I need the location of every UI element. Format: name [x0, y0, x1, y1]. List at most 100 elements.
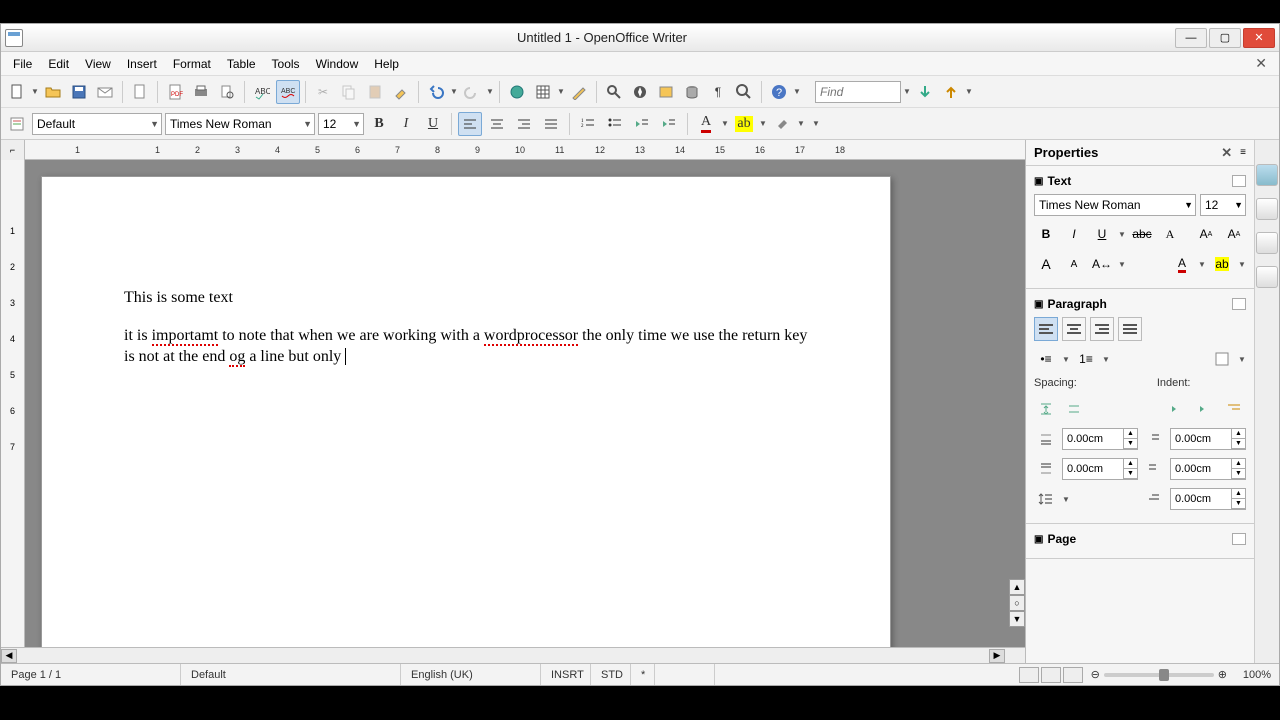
sidebar-tab-properties[interactable]: [1256, 164, 1278, 186]
sidebar-align-justify[interactable]: [1118, 317, 1142, 341]
sidebar-font-combo[interactable]: Times New Roman▼: [1034, 194, 1196, 216]
export-pdf-icon[interactable]: PDF: [163, 80, 187, 104]
minimize-button[interactable]: ―: [1175, 28, 1207, 48]
menu-file[interactable]: File: [5, 54, 40, 74]
nonprinting-icon[interactable]: ¶: [706, 80, 730, 104]
align-justify-button[interactable]: [539, 112, 563, 136]
firstline-indent-icon[interactable]: [1142, 487, 1166, 511]
zoom-icon[interactable]: [732, 80, 756, 104]
zoom-value[interactable]: 100%: [1231, 669, 1271, 681]
highlight-button[interactable]: ab: [732, 112, 756, 136]
decrease-indent-button[interactable]: [630, 112, 654, 136]
edit-file-icon[interactable]: [128, 80, 152, 104]
view-book-icon[interactable]: [1063, 667, 1083, 683]
sidebar-tab-navigator[interactable]: [1256, 266, 1278, 288]
increase-indent-button[interactable]: [657, 112, 681, 136]
data-sources-icon[interactable]: [680, 80, 704, 104]
sidebar-shrink-button[interactable]: A: [1062, 252, 1086, 276]
italic-button[interactable]: I: [394, 112, 418, 136]
print-icon[interactable]: [189, 80, 213, 104]
sidebar-strikeout-button[interactable]: abc: [1130, 222, 1154, 246]
horizontal-ruler[interactable]: ⌐ 1123456789101112131415161718: [1, 140, 1025, 160]
sidebar-spacing-button[interactable]: A↔: [1090, 252, 1114, 276]
zoom-in-icon[interactable]: ⊕: [1218, 668, 1227, 681]
menu-table[interactable]: Table: [219, 54, 264, 74]
align-right-button[interactable]: [512, 112, 536, 136]
menu-window[interactable]: Window: [308, 54, 367, 74]
status-language[interactable]: English (UK): [401, 664, 541, 685]
sidebar-menu-icon[interactable]: ≡: [1240, 147, 1246, 158]
menu-format[interactable]: Format: [165, 54, 219, 74]
font-color-button[interactable]: A: [694, 112, 718, 136]
after-indent-spin[interactable]: 0.00cm▲▼: [1170, 458, 1246, 480]
document-text[interactable]: it is importamt to note that when we are…: [124, 325, 808, 368]
numbered-list-button[interactable]: 12: [576, 112, 600, 136]
zoom-out-icon[interactable]: ⊖: [1091, 668, 1100, 681]
navigator-icon[interactable]: [628, 80, 652, 104]
print-preview-icon[interactable]: [215, 80, 239, 104]
decrease-indent-icon[interactable]: [1194, 397, 1218, 421]
menu-help[interactable]: Help: [366, 54, 407, 74]
hyperlink-icon[interactable]: [505, 80, 529, 104]
sidebar-bullets-button[interactable]: •≡: [1034, 347, 1058, 371]
menu-tools[interactable]: Tools: [264, 54, 308, 74]
sidebar-highlight-button[interactable]: ab: [1210, 252, 1234, 276]
maximize-button[interactable]: ▢: [1209, 28, 1241, 48]
below-spacing-icon[interactable]: [1034, 457, 1058, 481]
before-indent-spin[interactable]: 0.00cm▲▼: [1170, 428, 1246, 450]
nav-down-icon[interactable]: ▼: [1009, 611, 1025, 627]
find-input[interactable]: [815, 81, 901, 103]
font-size-combo[interactable]: 12▼: [318, 113, 364, 135]
document-text[interactable]: This is some text: [124, 287, 808, 309]
sidebar-underline-button[interactable]: U: [1090, 222, 1114, 246]
align-left-button[interactable]: [458, 112, 482, 136]
menu-insert[interactable]: Insert: [119, 54, 165, 74]
menu-view[interactable]: View: [77, 54, 119, 74]
nav-up-icon[interactable]: ▲: [1009, 579, 1025, 595]
text-more-icon[interactable]: [1232, 175, 1246, 187]
nav-object-icon[interactable]: ○: [1009, 595, 1025, 611]
underline-button[interactable]: U: [421, 112, 445, 136]
sidebar-size-combo[interactable]: 12▼: [1200, 194, 1246, 216]
spellcheck-icon[interactable]: ABC: [250, 80, 274, 104]
sidebar-tab-gallery[interactable]: [1256, 232, 1278, 254]
sidebar-bold-button[interactable]: B: [1034, 222, 1058, 246]
firstline-indent-spin[interactable]: 0.00cm▲▼: [1170, 488, 1246, 510]
save-icon[interactable]: [67, 80, 91, 104]
find-replace-icon[interactable]: [602, 80, 626, 104]
horizontal-scrollbar[interactable]: ◀ ▶: [1, 647, 1025, 663]
format-paintbrush-icon[interactable]: [389, 80, 413, 104]
sidebar-close-icon[interactable]: ✕: [1221, 145, 1232, 161]
sidebar-super-button[interactable]: AA: [1194, 222, 1218, 246]
sidebar-bgcolor-button[interactable]: [1210, 347, 1234, 371]
sidebar-italic-button[interactable]: I: [1062, 222, 1086, 246]
paste-icon[interactable]: [363, 80, 387, 104]
help-icon[interactable]: ?: [767, 80, 791, 104]
find-prev-icon[interactable]: [939, 80, 963, 104]
drawing-icon[interactable]: [567, 80, 591, 104]
bold-button[interactable]: B: [367, 112, 391, 136]
paragraph-more-icon[interactable]: [1232, 298, 1246, 310]
sidebar-align-center[interactable]: [1062, 317, 1086, 341]
find-next-icon[interactable]: [913, 80, 937, 104]
sidebar-align-right[interactable]: [1090, 317, 1114, 341]
after-indent-icon[interactable]: [1142, 457, 1166, 481]
view-multi-icon[interactable]: [1041, 667, 1061, 683]
increase-indent-icon[interactable]: [1166, 397, 1190, 421]
sidebar-fontcolor-button[interactable]: A: [1170, 252, 1194, 276]
vertical-ruler[interactable]: 1234567: [1, 160, 25, 647]
line-spacing-icon[interactable]: [1034, 487, 1058, 511]
undo-icon[interactable]: [424, 80, 448, 104]
redo-icon[interactable]: [460, 80, 484, 104]
close-button[interactable]: ✕: [1243, 28, 1275, 48]
styles-icon[interactable]: [5, 112, 29, 136]
font-name-combo[interactable]: Times New Roman▼: [165, 113, 315, 135]
table-icon[interactable]: [531, 80, 555, 104]
status-insert[interactable]: INSRT: [541, 664, 591, 685]
sidebar-shadow-button[interactable]: A: [1158, 222, 1182, 246]
paragraph-style-combo[interactable]: Default▼: [32, 113, 162, 135]
close-document-button[interactable]: ✕: [1247, 52, 1275, 75]
copy-icon[interactable]: [337, 80, 361, 104]
hanging-indent-icon[interactable]: [1222, 397, 1246, 421]
status-style[interactable]: Default: [181, 664, 401, 685]
